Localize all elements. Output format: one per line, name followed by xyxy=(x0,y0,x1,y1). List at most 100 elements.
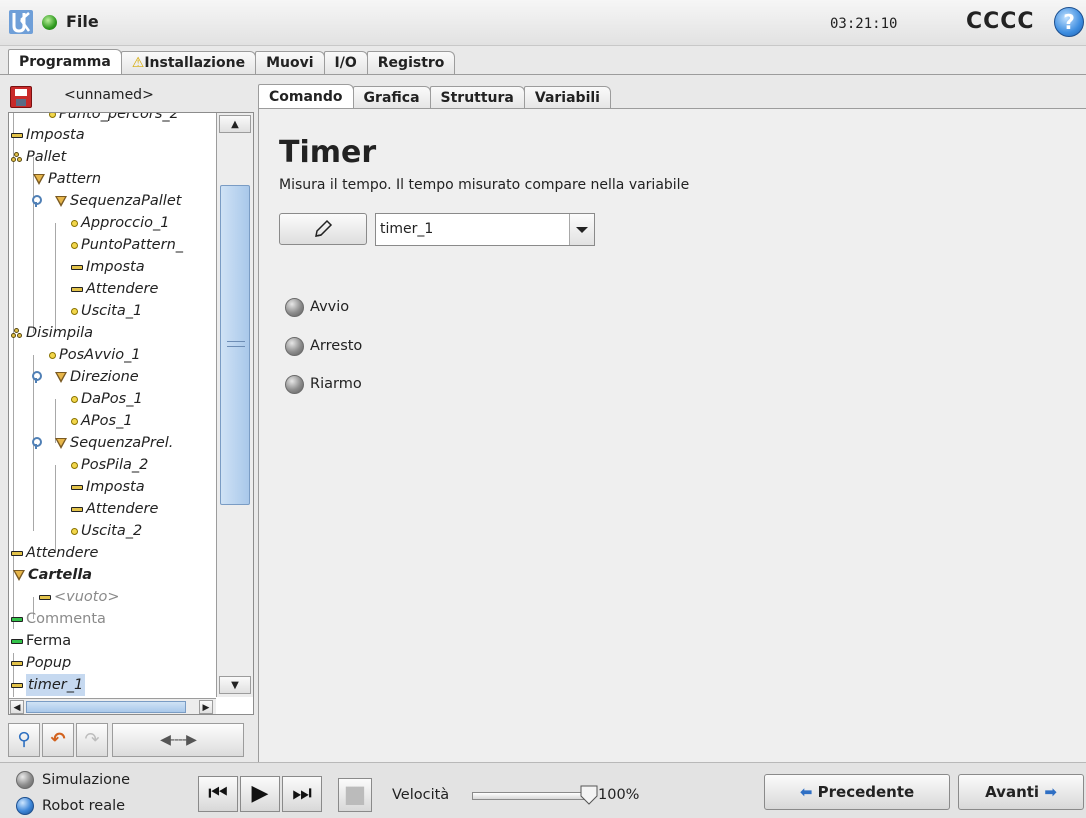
play-icon: ▶ xyxy=(251,781,269,806)
tree-horizontal-scrollbar[interactable]: ◀ ▶ xyxy=(9,698,216,714)
tree-node[interactable]: Imposta xyxy=(71,476,145,498)
radio-icon xyxy=(285,297,304,317)
tree-node-label: Attendere xyxy=(86,501,159,517)
slider-thumb-icon[interactable] xyxy=(580,785,598,805)
tree-node[interactable]: Imposta xyxy=(71,256,145,278)
tree-node[interactable]: SequenzaPallet xyxy=(31,190,181,212)
tree-node[interactable]: Approccio_1 xyxy=(71,212,169,234)
tree-node[interactable]: DaPos_1 xyxy=(71,388,143,410)
skip-back-icon: ⏮ xyxy=(208,781,228,806)
redo-icon[interactable]: ↷ xyxy=(76,723,108,757)
warning-icon: ⚠ xyxy=(131,55,145,71)
tree-node[interactable]: PosPila_2 xyxy=(71,454,148,476)
main-tabs: Programma ⚠Installazione Muovi I/O Regis… xyxy=(8,49,456,75)
tree-node[interactable]: Uscita_1 xyxy=(71,300,142,322)
tree-node-selected[interactable]: timer_1 xyxy=(11,674,86,696)
tab-io[interactable]: I/O xyxy=(323,51,368,75)
tab-comando[interactable]: Comando xyxy=(258,84,354,110)
skip-forward-icon: ⏭ xyxy=(292,781,312,806)
tree-node-label: Approccio_1 xyxy=(81,215,170,231)
tree-node-label: Attendere xyxy=(26,545,99,561)
previous-button[interactable]: ⬅ Precedente xyxy=(764,774,950,810)
tree-node[interactable]: Popup xyxy=(11,652,71,674)
file-menu[interactable]: File xyxy=(66,12,99,31)
waypoint-icon xyxy=(49,351,56,359)
tree-node[interactable]: Cartella xyxy=(13,564,92,586)
tree-node-label: PosAvvio_1 xyxy=(59,347,141,363)
radio-avvio[interactable]: Avvio xyxy=(285,296,349,318)
radio-arresto[interactable]: Arresto xyxy=(285,335,362,357)
step-button[interactable]: ⏭ xyxy=(282,776,322,812)
tab-struttura[interactable]: Struttura xyxy=(429,86,525,110)
tree-node[interactable]: PuntoPattern_ xyxy=(71,234,183,256)
mode-label: Simulazione xyxy=(42,772,131,788)
speed-slider[interactable] xyxy=(472,792,590,800)
tree-node[interactable]: Attendere xyxy=(71,278,158,300)
tree-node[interactable]: Uscita_2 xyxy=(71,520,142,542)
edit-variable-button[interactable] xyxy=(279,213,367,245)
tab-grafica[interactable]: Grafica xyxy=(352,86,431,110)
tree-node[interactable]: Commenta xyxy=(11,608,106,630)
next-button[interactable]: Avanti ➡ xyxy=(958,774,1084,810)
tree-vertical-scrollbar[interactable]: ▲ ▼ xyxy=(216,113,253,697)
tree-node-label: Disimpila xyxy=(26,325,94,341)
tree-node[interactable]: Direzione xyxy=(31,366,139,388)
tab-installazione[interactable]: ⚠Installazione xyxy=(120,51,257,75)
play-button[interactable]: ▶ xyxy=(240,776,280,812)
tree-node-label: Popup xyxy=(26,655,72,671)
tree-node[interactable]: Attendere xyxy=(71,498,158,520)
scroll-up-icon[interactable]: ▲ xyxy=(219,115,251,133)
tree-node[interactable]: <vuoto> xyxy=(39,586,120,608)
scroll-left-icon[interactable]: ◀ xyxy=(10,700,24,714)
search-icon[interactable]: ⚲ xyxy=(8,723,40,757)
waypoint-icon xyxy=(71,461,78,469)
mode-simulation[interactable]: Simulazione xyxy=(16,771,130,789)
speed-value: 100% xyxy=(598,787,640,803)
waypoint-icon xyxy=(71,395,78,403)
tree-node[interactable]: Imposta xyxy=(11,124,85,146)
expand-icon[interactable] xyxy=(31,371,42,383)
program-tree-panel: <unnamed> Punto_percors_2 Imposta Pallet… xyxy=(8,82,254,762)
timer-variable-select[interactable]: timer_1 xyxy=(375,213,595,246)
tab-divider xyxy=(0,74,1086,75)
tree-node[interactable]: Pallet xyxy=(11,146,66,168)
tree-node[interactable]: APos_1 xyxy=(71,410,133,432)
tree-node[interactable]: Disimpila xyxy=(11,322,93,344)
tab-muovi[interactable]: Muovi xyxy=(255,51,325,75)
tab-label: Struttura xyxy=(440,90,514,106)
mode-real-robot[interactable]: Robot reale xyxy=(16,797,125,815)
tree-node-label: APos_1 xyxy=(81,413,133,429)
tab-programma[interactable]: Programma xyxy=(8,49,122,75)
skip-to-start-button[interactable]: ⏮ xyxy=(198,776,238,812)
tree-node[interactable]: Pattern xyxy=(33,168,101,190)
chevron-down-icon[interactable] xyxy=(569,214,594,245)
tree-node[interactable]: SequenzaPrel. xyxy=(31,432,173,454)
tree-node-label: Commenta xyxy=(26,611,106,627)
tree-node[interactable]: PosAvvio_1 xyxy=(49,344,141,366)
halt-icon xyxy=(11,638,23,644)
expand-icon[interactable] xyxy=(31,437,42,449)
scroll-thumb[interactable] xyxy=(26,701,186,713)
tree-node-label: Attendere xyxy=(86,281,159,297)
speed-label: Velocità xyxy=(392,787,450,803)
tab-registro[interactable]: Registro xyxy=(366,51,456,75)
scroll-right-icon[interactable]: ▶ xyxy=(199,700,213,714)
move-node-button[interactable]: ◀----▶ xyxy=(112,723,244,757)
save-icon[interactable] xyxy=(10,86,32,108)
scroll-thumb[interactable] xyxy=(220,185,250,505)
tab-variabili[interactable]: Variabili xyxy=(523,86,611,110)
scroll-down-icon[interactable]: ▼ xyxy=(219,676,251,694)
tree-node[interactable]: Attendere xyxy=(11,542,98,564)
arrow-left-icon: ⬅ xyxy=(799,783,813,801)
radio-icon xyxy=(16,771,34,789)
radio-riarmo[interactable]: Riarmo xyxy=(285,373,362,395)
help-icon[interactable]: ? xyxy=(1054,7,1084,37)
next-label: Avanti xyxy=(985,783,1040,801)
undo-icon[interactable]: ↶ xyxy=(42,723,74,757)
tree-node-label: Ferma xyxy=(26,633,72,649)
stop-button[interactable]: ■ xyxy=(338,778,372,812)
program-tree: Punto_percors_2 Imposta Pallet Pattern S… xyxy=(8,112,254,715)
tree-node[interactable]: Ferma xyxy=(11,630,71,652)
expand-icon[interactable] xyxy=(31,195,42,207)
tree-node-label: Uscita_2 xyxy=(81,523,143,539)
